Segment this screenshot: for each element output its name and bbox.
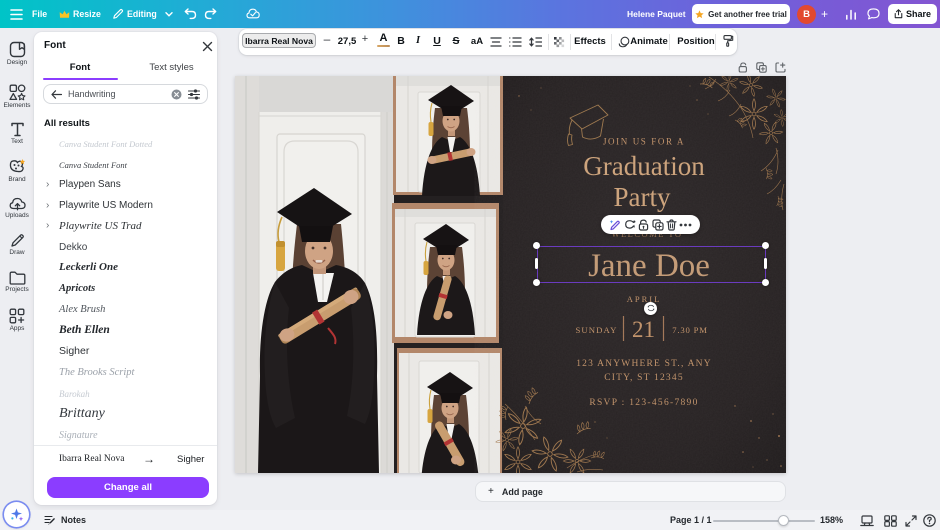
svg-text:JOIN US FOR A: JOIN US FOR A [603, 137, 685, 147]
svg-text:CITY, ST 12345: CITY, ST 12345 [604, 373, 684, 383]
svg-text:SUNDAY: SUNDAY [575, 325, 617, 335]
svg-text:Graduation: Graduation [583, 151, 705, 181]
svg-text:123 ANYWHERE ST., ANY: 123 ANYWHERE ST., ANY [576, 359, 712, 369]
svg-text:7.30 PM: 7.30 PM [672, 325, 708, 335]
svg-text:APRIL: APRIL [627, 294, 662, 304]
svg-text:21: 21 [632, 317, 655, 342]
svg-text:Party: Party [614, 182, 671, 212]
svg-text:RSVP : 123-456-7890: RSVP : 123-456-7890 [589, 398, 698, 408]
